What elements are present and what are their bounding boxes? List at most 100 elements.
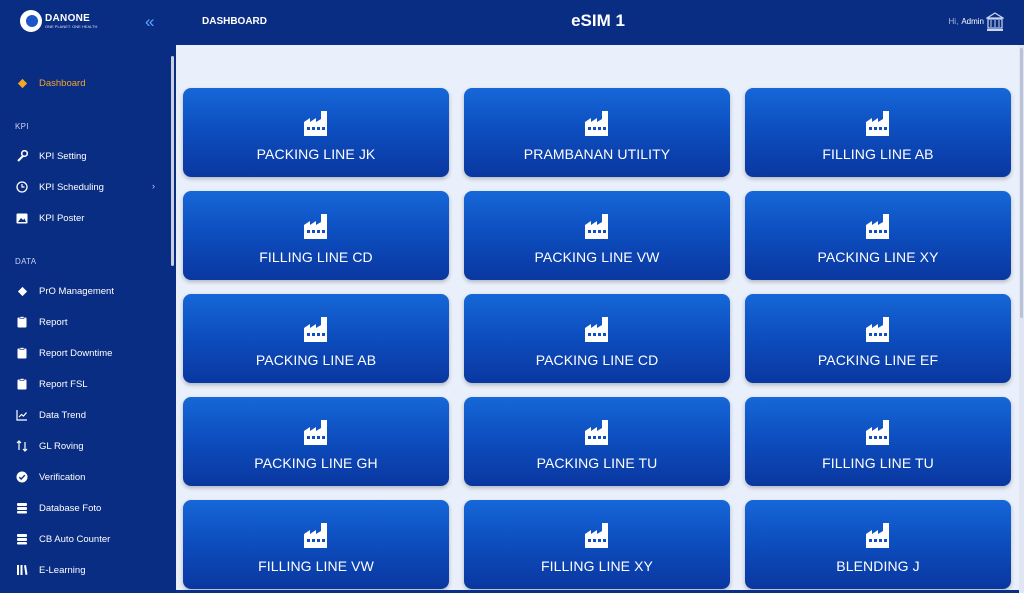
line-card[interactable]: FILLING LINE VW	[183, 500, 449, 589]
top-header: DASHBOARD eSIM 1 Hi, Admin	[176, 0, 1024, 45]
sidebar-item-report-fsl[interactable]: Report FSL	[15, 374, 88, 394]
factory-icon	[864, 418, 892, 446]
chevron-right-icon[interactable]: ›	[152, 181, 155, 191]
sidebar-item-label: KPI Scheduling	[39, 181, 104, 193]
sidebar-item-gl-roving[interactable]: GL Roving	[15, 436, 84, 456]
line-card[interactable]: PACKING LINE GH	[183, 397, 449, 486]
sidebar-item-label: Dashboard	[39, 77, 86, 89]
factory-icon	[583, 212, 611, 240]
sidebar-item-label: PrO Management	[39, 285, 114, 297]
greeting-text: Hi,	[948, 17, 959, 26]
line-card-label: PACKING LINE GH	[254, 455, 378, 471]
sidebar-item-kpi-poster[interactable]: KPI Poster	[15, 208, 84, 228]
line-card-grid: PACKING LINE JK PRAMBANAN UTILITY FILLING …	[183, 88, 1011, 589]
factory-icon	[302, 212, 330, 240]
sidebar-item-cb-auto-counter[interactable]: CB Auto Counter	[15, 529, 110, 549]
line-card-label: FILLING LINE XY	[541, 558, 653, 574]
line-card[interactable]: PACKING LINE VW	[464, 191, 730, 280]
line-card-label: PACKING LINE CD	[535, 352, 659, 368]
page-title: eSIM 1	[571, 11, 625, 30]
factory-icon	[583, 418, 611, 446]
diamond-icon	[15, 284, 29, 298]
sidebar-item-kpi-scheduling[interactable]: KPI Scheduling	[15, 177, 104, 197]
sidebar-scrollbar[interactable]	[171, 56, 174, 266]
user-greeting[interactable]: Hi, Admin	[949, 17, 984, 26]
sidebar-item-kpi-setting[interactable]: KPI Setting	[15, 146, 87, 166]
image-icon	[15, 211, 29, 225]
line-card-label: FILLING LINE TU	[822, 455, 934, 471]
sidebar-item-label: KPI Setting	[39, 150, 87, 162]
swap-icon	[15, 439, 29, 453]
sidebar: DANONE ONE PLANET. ONE HEALTH « Dashboar…	[0, 0, 176, 593]
clipboard-icon	[15, 315, 29, 329]
line-card-label: PACKING LINE JK	[256, 146, 376, 162]
line-card-label: BLENDING J	[836, 558, 920, 574]
sidebar-item-label: Database Foto	[39, 502, 102, 514]
line-card[interactable]: PACKING LINE AB	[183, 294, 449, 383]
line-card[interactable]: FILLING LINE CD	[183, 191, 449, 280]
clipboard-icon	[15, 377, 29, 391]
sidebar-item-pro-management[interactable]: PrO Management	[15, 281, 114, 301]
line-card-label: PACKING LINE EF	[817, 352, 939, 368]
factory-icon	[864, 521, 892, 549]
sidebar-item-label: Verification	[39, 471, 86, 483]
line-card-label: PACKING LINE XY	[817, 249, 939, 265]
sidebar-item-report-downtime[interactable]: Report Downtime	[15, 343, 112, 363]
sidebar-item-label: GL Roving	[39, 440, 84, 452]
brand-name: DANONE	[45, 13, 91, 24]
line-card-label: PACKING LINE VW	[534, 249, 660, 265]
sidebar-item-data-trend[interactable]: Data Trend	[15, 405, 86, 425]
factory-icon	[302, 418, 330, 446]
sidebar-item-label: Report	[39, 316, 68, 328]
user-avatar-icon[interactable]	[984, 12, 1006, 32]
check-circle-icon	[15, 470, 29, 484]
main-content: PACKING LINE JK PRAMBANAN UTILITY FILLING …	[176, 45, 1020, 590]
brand-logo[interactable]: DANONE ONE PLANET. ONE HEALTH	[20, 10, 97, 32]
factory-icon	[583, 315, 611, 343]
line-card[interactable]: FILLING LINE TU	[745, 397, 1011, 486]
line-card[interactable]: PACKING LINE EF	[745, 294, 1011, 383]
database-icon	[15, 501, 29, 515]
line-card-label: PRAMBANAN UTILITY	[523, 146, 671, 162]
section-kpi: KPI	[15, 122, 29, 131]
brand-tagline: ONE PLANET. ONE HEALTH	[45, 24, 98, 29]
factory-icon	[864, 109, 892, 137]
line-card[interactable]: FILLING LINE AB	[745, 88, 1011, 177]
section-data: DATA	[15, 257, 37, 266]
clock-icon	[15, 180, 29, 194]
danone-logo-icon	[20, 10, 42, 32]
sidebar-item-verification[interactable]: Verification	[15, 467, 85, 487]
line-card[interactable]: PRAMBANAN UTILITY	[464, 88, 730, 177]
line-card[interactable]: PACKING LINE JK	[183, 88, 449, 177]
sidebar-item-database-foto[interactable]: Database Foto	[15, 498, 101, 518]
factory-icon	[583, 109, 611, 137]
clipboard-icon	[15, 346, 29, 360]
sidebar-item-label: CB Auto Counter	[39, 533, 111, 545]
sidebar-item-label: KPI Poster	[39, 212, 85, 224]
line-card-label: FILLING LINE VW	[258, 558, 374, 574]
factory-icon	[302, 315, 330, 343]
line-card[interactable]: PACKING LINE TU	[464, 397, 730, 486]
line-card[interactable]: FILLING LINE XY	[464, 500, 730, 589]
sidebar-item-e-learning[interactable]: E-Learning	[15, 560, 85, 580]
line-card[interactable]: PACKING LINE XY	[745, 191, 1011, 280]
page-scrollbar[interactable]	[1020, 48, 1023, 318]
factory-icon	[302, 109, 330, 137]
sidebar-item-label: E-Learning	[39, 564, 86, 576]
factory-icon	[302, 521, 330, 549]
books-icon	[15, 563, 29, 577]
diamond-icon	[15, 76, 29, 90]
line-card-label: FILLING LINE CD	[259, 249, 373, 265]
line-card-label: PACKING LINE AB	[255, 352, 377, 368]
wrench-icon	[15, 149, 29, 163]
sidebar-item-dashboard[interactable]: Dashboard	[15, 73, 85, 93]
factory-icon	[864, 212, 892, 240]
line-card[interactable]: BLENDING J	[745, 500, 1011, 589]
factory-icon	[583, 521, 611, 549]
sidebar-item-label: Report Downtime	[39, 347, 113, 359]
line-chart-icon	[15, 408, 29, 422]
sidebar-item-report[interactable]: Report	[15, 312, 68, 332]
user-name: Admin	[961, 17, 984, 26]
line-card[interactable]: PACKING LINE CD	[464, 294, 730, 383]
collapse-sidebar-icon[interactable]: «	[145, 13, 154, 30]
